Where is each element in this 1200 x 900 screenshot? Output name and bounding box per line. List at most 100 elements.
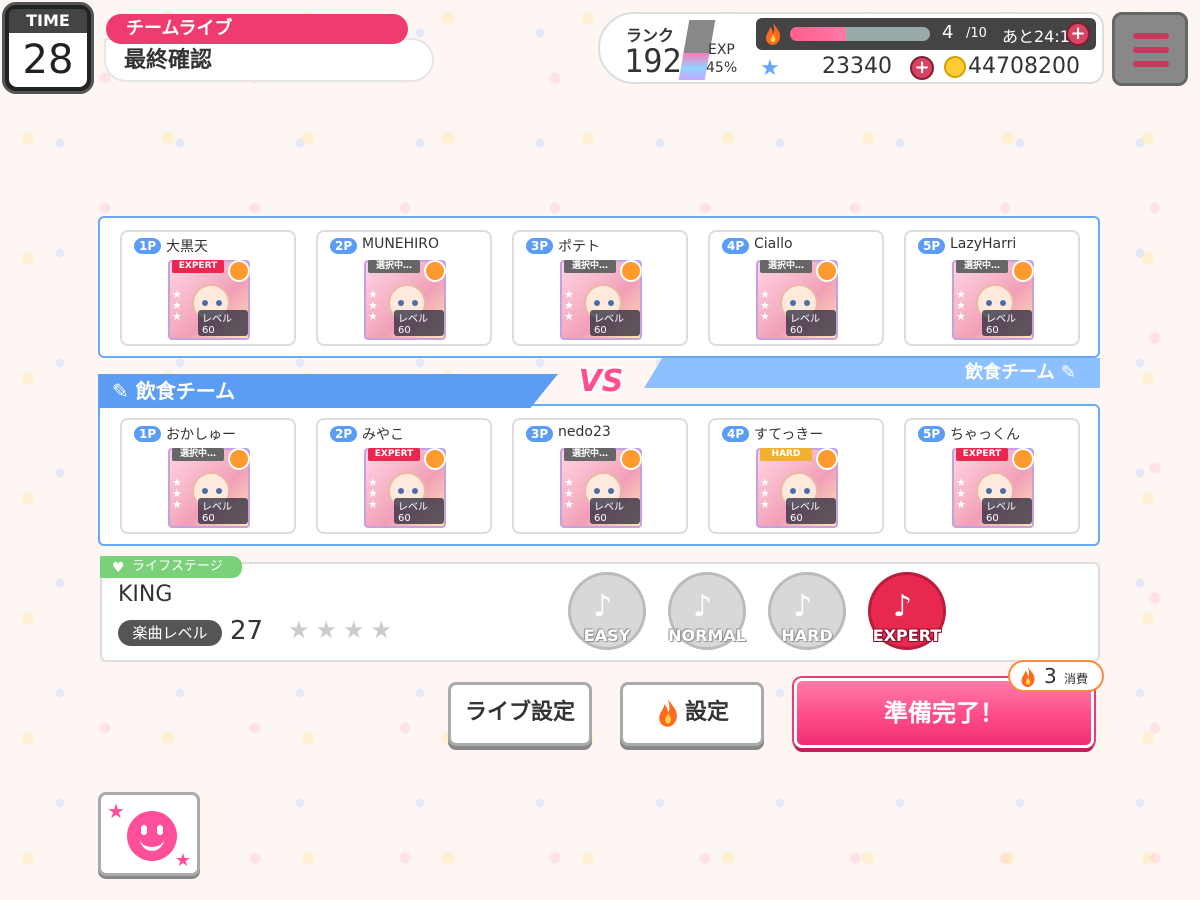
player-card[interactable]: 5P ちゃっくん ★ ★ ★ EXPERT レベル60 <box>904 418 1080 534</box>
player-slot: 1P <box>134 426 162 442</box>
player-card[interactable]: 3P ポテト ★ ★ ★ 選択中… レベル60 <box>512 230 688 346</box>
player-slot: 4P <box>722 238 750 254</box>
card-level: レベル60 <box>394 498 444 524</box>
menu-button[interactable] <box>1112 12 1188 86</box>
guitar-icon: ♪ <box>693 589 713 624</box>
player-name: ポテト <box>558 239 600 255</box>
player-card[interactable]: 1P 大黒天 ★ ★ ★ EXPERT レベル60 <box>120 230 296 346</box>
emote-icon <box>424 448 446 470</box>
star-icon: ★ <box>760 56 780 81</box>
flame-icon <box>1021 666 1035 688</box>
left-team-name-text: 飲食チーム <box>135 379 236 403</box>
emote-icon <box>228 448 250 470</box>
stamina-current: 4 <box>942 22 954 43</box>
menu-bar <box>1133 33 1169 39</box>
member-card-art: ★ ★ ★ 選択中… レベル60 <box>168 448 250 528</box>
eye <box>216 488 222 494</box>
own-team-panel: 1P おかしゅー ★ ★ ★ 選択中… レベル60 2P みやこ ★ ★ ★ EXPERT レベル60 3P… <box>98 404 1100 546</box>
player-card[interactable]: 2P みやこ ★ ★ ★ EXPERT レベル60 <box>316 418 492 534</box>
member-card-art: ★ ★ ★ 選択中… レベル60 <box>952 260 1034 340</box>
member-card-art: ★ ★ ★ 選択中… レベル60 <box>756 260 838 340</box>
rarity-stars-icon: ★ ★ ★ <box>760 288 770 323</box>
exp-percent: 45% <box>706 60 738 76</box>
coin-count: 44708200 <box>968 54 1080 79</box>
emote-icon <box>620 260 642 282</box>
eye <box>804 488 810 494</box>
eye <box>594 488 600 494</box>
eye <box>1000 488 1006 494</box>
star-icon: ★ <box>107 799 125 823</box>
exp-label: EXP <box>708 42 735 58</box>
eye <box>412 300 418 306</box>
timer-label: TIME <box>9 9 87 33</box>
guitar-icon: ♪ <box>593 589 613 624</box>
eye <box>608 300 614 306</box>
cost-label: 消費 <box>1064 672 1089 686</box>
player-difficulty: EXPERT <box>956 448 1008 461</box>
player-slot: 3P <box>526 238 554 254</box>
flame-icon <box>659 699 677 727</box>
player-status: ランク 192 EXP 45% 4 /10 あと24:14 + ★ 23340 … <box>598 12 1104 84</box>
player-name: nedo23 <box>558 424 611 440</box>
emote-icon <box>1012 260 1034 282</box>
player-name: Ciallo <box>754 236 793 252</box>
rarity-stars-icon: ★ ★ ★ <box>760 476 770 511</box>
player-difficulty: EXPERT <box>368 448 420 461</box>
member-card-art: ★ ★ ★ HARD レベル60 <box>756 448 838 528</box>
eye <box>986 300 992 306</box>
right-team-name-text: 飲食チーム <box>965 362 1055 383</box>
player-slot: 2P <box>330 238 358 254</box>
eye <box>202 300 208 306</box>
stamina-max: /10 <box>966 26 987 41</box>
player-slot: 4P <box>722 426 750 442</box>
member-card-art: ★ ★ ★ 選択中… レベル60 <box>560 448 642 528</box>
rarity-stars-icon: ★ ★ ★ <box>368 288 378 323</box>
emote-icon <box>816 260 838 282</box>
player-card[interactable]: 3P nedo23 ★ ★ ★ 選択中… レベル60 <box>512 418 688 534</box>
difficulty-easy-label: EASY <box>583 626 631 645</box>
live-settings-button[interactable]: ライブ設定 <box>448 682 592 746</box>
timer-value: 28 <box>22 37 74 83</box>
emote-icon <box>228 260 250 282</box>
add-stars-button[interactable]: + <box>910 56 934 80</box>
eye <box>790 488 796 494</box>
menu-bar <box>1133 61 1169 67</box>
card-level: レベル60 <box>198 498 248 524</box>
member-card-art: ★ ★ ★ EXPERT レベル60 <box>364 448 446 528</box>
song-title: KING <box>118 582 173 607</box>
heart-icon: ♥ <box>112 560 125 576</box>
player-name: ちゃっくん <box>950 427 1020 443</box>
player-difficulty: 選択中… <box>564 260 616 273</box>
add-stamina-button[interactable]: + <box>1066 22 1090 46</box>
difficulty-normal-label: NORMAL <box>668 626 746 645</box>
player-card[interactable]: 2P MUNEHIRO ★ ★ ★ 選択中… レベル60 <box>316 230 492 346</box>
emote-icon <box>1012 448 1034 470</box>
card-level: レベル60 <box>590 498 640 524</box>
emote-icon <box>424 260 446 282</box>
eye <box>790 300 796 306</box>
player-name: みやこ <box>362 427 404 443</box>
player-name: おかしゅー <box>166 427 236 443</box>
rarity-stars-icon: ★ ★ ★ <box>172 476 182 511</box>
eye <box>202 488 208 494</box>
live-stage-tag: ♥ ライフステージ <box>100 556 242 578</box>
emote-icon <box>816 448 838 470</box>
stamp-button[interactable]: ★ ★ <box>98 792 200 876</box>
player-difficulty: HARD <box>760 448 812 461</box>
player-card[interactable]: 4P Ciallo ★ ★ ★ 選択中… レベル60 <box>708 230 884 346</box>
star-icon: ★ <box>174 850 191 871</box>
card-level: レベル60 <box>590 310 640 336</box>
timer: TIME 28 <box>2 2 94 94</box>
player-card[interactable]: 4P すてっきー ★ ★ ★ HARD レベル60 <box>708 418 884 534</box>
right-team-name: 飲食チーム ✎ <box>644 358 1100 388</box>
song-level: 27 <box>230 616 264 646</box>
player-card[interactable]: 5P LazyHarri ★ ★ ★ 選択中… レベル60 <box>904 230 1080 346</box>
rarity-stars-icon: ★ ★ ★ <box>368 476 378 511</box>
player-difficulty: EXPERT <box>172 260 224 273</box>
player-card[interactable]: 1P おかしゅー ★ ★ ★ 選択中… レベル60 <box>120 418 296 534</box>
eye <box>216 300 222 306</box>
member-card-art: ★ ★ ★ EXPERT レベル60 <box>952 448 1034 528</box>
screen-title: 最終確認 <box>104 38 434 82</box>
settings-button[interactable]: 設定 <box>620 682 764 746</box>
rarity-stars-icon: ★ ★ ★ <box>564 288 574 323</box>
